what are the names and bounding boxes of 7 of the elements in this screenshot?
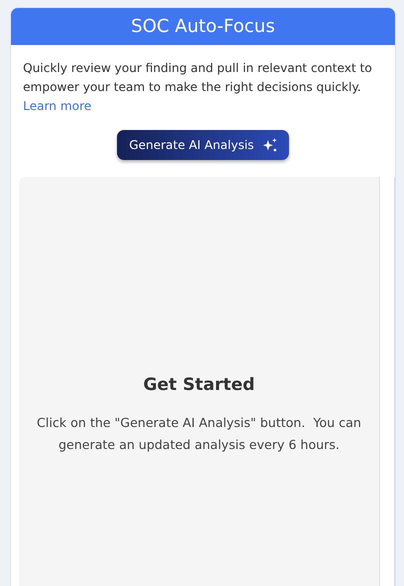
get-started-message: Click on the "Generate AI Analysis" button. You can generate an updated analysis every 6 hours. bbox=[36, 414, 362, 454]
sparkle-icon bbox=[262, 137, 278, 153]
learn-more-link[interactable]: Learn more bbox=[23, 97, 92, 116]
get-started-heading: Get Started bbox=[143, 375, 255, 395]
panel-header: SOC Auto-Focus bbox=[11, 8, 395, 45]
generate-analysis-button[interactable]: Generate AI Analysis bbox=[117, 130, 289, 160]
description-text: Quickly review your finding and pull in relevant context to empower your team to make the right decisions quickly. Learn more bbox=[23, 59, 383, 116]
